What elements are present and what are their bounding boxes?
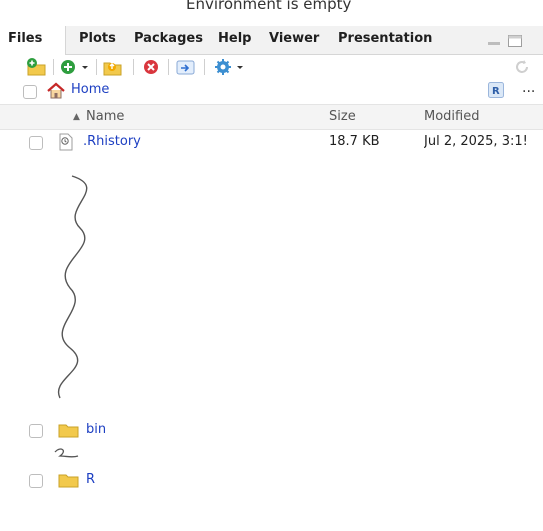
name-column-header[interactable]: Name [86, 109, 124, 124]
file-modified: Jul 2, 2025, 3:1! [424, 134, 528, 149]
folder-icon [58, 474, 79, 488]
toolbar-separator [133, 59, 134, 75]
size-column-header[interactable]: Size [329, 109, 356, 124]
toolbar-separator [53, 59, 54, 75]
file-row[interactable]: R [0, 468, 543, 492]
file-row[interactable]: .Rhistory 18.7 KB Jul 2, 2025, 3:1! [0, 130, 543, 154]
file-row[interactable]: bin [0, 418, 543, 442]
file-list-header: ▲ Name Size Modified [0, 104, 543, 130]
row-checkbox[interactable] [29, 474, 43, 488]
maximize-icon[interactable] [507, 34, 523, 48]
row-checkbox[interactable] [29, 136, 43, 150]
minimize-icon[interactable] [487, 34, 501, 46]
breadcrumb-home[interactable]: Home [71, 82, 109, 97]
upload-icon[interactable] [102, 57, 124, 77]
environment-empty-message: Environment is empty [186, 0, 352, 13]
sort-ascending-icon: ▲ [73, 112, 80, 122]
svg-text:R: R [492, 86, 500, 97]
chevron-down-icon[interactable] [235, 57, 245, 77]
new-folder-icon[interactable] [26, 57, 48, 77]
tab-plots[interactable]: Plots [71, 26, 124, 54]
folder-name-link[interactable]: R [86, 472, 95, 487]
files-toolbar [0, 55, 543, 81]
rename-icon[interactable] [175, 57, 197, 77]
history-file-icon [59, 133, 73, 151]
file-size: 18.7 KB [329, 134, 380, 149]
select-all-checkbox[interactable] [23, 85, 37, 99]
more-gear-icon[interactable] [212, 57, 234, 77]
files-pane-tabs: Files Plots Packages Help Viewer Present… [0, 26, 543, 55]
file-name-link[interactable]: .Rhistory [83, 134, 141, 149]
more-path-button[interactable]: ... [522, 80, 535, 96]
handwritten-squiggle [57, 175, 88, 399]
folder-icon [58, 424, 79, 438]
modified-column-header[interactable]: Modified [424, 109, 479, 124]
environment-status: Environment is empty [0, 0, 543, 18]
home-icon[interactable] [46, 82, 66, 100]
path-breadcrumb: Home R ... [0, 80, 543, 102]
folder-name-link[interactable]: bin [86, 422, 106, 437]
refresh-icon[interactable] [512, 57, 532, 77]
tab-viewer[interactable]: Viewer [261, 26, 327, 54]
new-blank-file-icon[interactable] [59, 57, 77, 77]
delete-icon[interactable] [141, 57, 161, 77]
tab-packages[interactable]: Packages [126, 26, 211, 54]
tab-help[interactable]: Help [210, 26, 259, 54]
chevron-down-icon[interactable] [80, 57, 90, 77]
tab-presentation[interactable]: Presentation [330, 26, 440, 54]
r-project-icon[interactable]: R [488, 82, 504, 98]
handwritten-mark [54, 448, 79, 458]
toolbar-separator [168, 59, 169, 75]
toolbar-separator [96, 59, 97, 75]
toolbar-separator [204, 59, 205, 75]
row-checkbox[interactable] [29, 424, 43, 438]
tab-files[interactable]: Files [0, 26, 66, 55]
